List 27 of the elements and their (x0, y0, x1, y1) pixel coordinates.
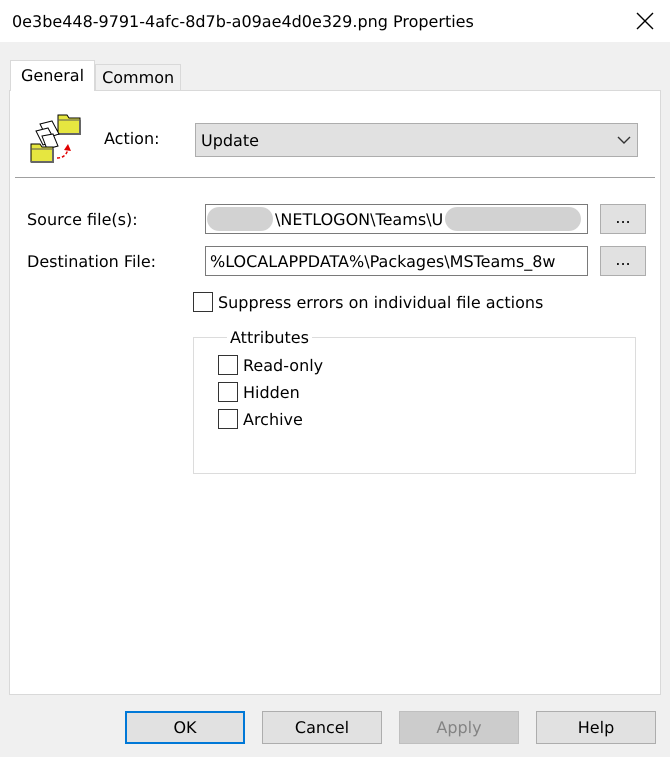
checkbox-label[interactable]: Suppress errors on individual file actions (218, 292, 544, 312)
folder-copy-icon (28, 112, 82, 164)
path-field[interactable]: \NETLOGON\Teams\U (205, 204, 588, 234)
action-dropdown[interactable]: Update (195, 123, 638, 157)
chevron-down-icon (617, 136, 631, 144)
checkbox-label[interactable]: Hidden (243, 382, 300, 402)
checkbox[interactable] (218, 409, 238, 429)
field-label: Source file(s): (27, 210, 139, 228)
dialog-button[interactable]: Help (536, 711, 656, 744)
checkbox[interactable] (193, 292, 213, 312)
checkbox-label[interactable]: Read-only (243, 356, 324, 374)
checkbox[interactable] (218, 355, 238, 375)
window-title: 0e3be448-9791-4afc-8d7b-a09ae4d0e329.png Properties (12, 12, 474, 30)
checkbox[interactable] (218, 382, 238, 402)
browse-button[interactable]: ... (600, 246, 646, 276)
dialog-button[interactable]: Cancel (262, 711, 382, 744)
tab[interactable]: General (10, 60, 96, 91)
group-title: Attributes (229, 328, 310, 347)
action-label: Action: (104, 128, 160, 148)
dialog-button[interactable]: OK (125, 711, 245, 744)
redaction-blur (207, 207, 273, 231)
checkbox-label[interactable]: Archive (243, 410, 303, 428)
browse-button[interactable]: ... (600, 204, 646, 234)
close-icon[interactable] (636, 12, 654, 30)
path-field[interactable]: %LOCALAPPDATA%\Packages\MSTeams_8w (205, 246, 588, 276)
tab[interactable]: Common (95, 64, 182, 90)
field-label: Destination File: (27, 252, 158, 270)
